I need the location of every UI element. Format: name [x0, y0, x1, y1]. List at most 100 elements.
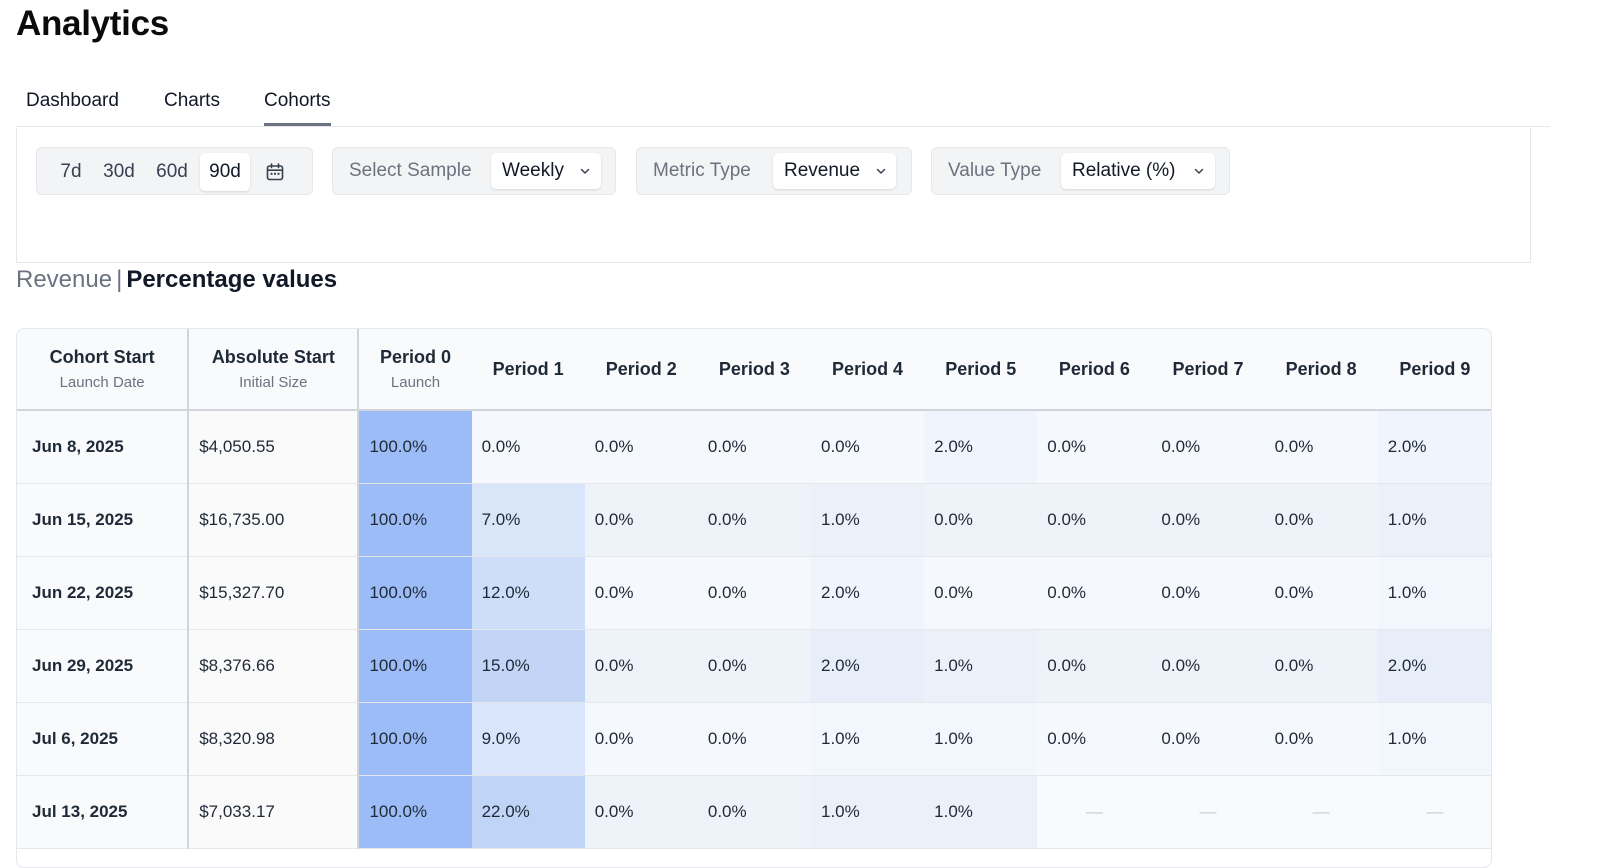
range-90d-button[interactable]: 90d	[200, 153, 250, 191]
metric-filter: Metric Type Revenue	[636, 147, 912, 195]
column-header-label: Period 7	[1172, 358, 1244, 379]
column-header-sublabel: Initial Size	[239, 374, 308, 391]
range-60d-button[interactable]: 60d	[149, 153, 195, 191]
column-header-label: Period 4	[832, 358, 904, 379]
period-6-cell: 0.0%	[1037, 629, 1152, 703]
period-4-cell: 2.0%	[811, 629, 925, 703]
absolute-start-cell: $8,376.66	[188, 629, 360, 703]
period-9-cell: 1.0%	[1377, 702, 1491, 776]
column-header-label: Absolute Start	[211, 347, 335, 367]
absolute-start-cell: $4,050.55	[188, 410, 360, 484]
section-subtitle: Revenue | Percentage values	[16, 266, 337, 294]
period-3-cell: 0.0%	[697, 775, 811, 849]
period-7-cell: —	[1151, 775, 1265, 849]
column-header-label: Period 3	[718, 358, 790, 379]
cohort-date-cell: Jul 13, 2025	[17, 775, 190, 849]
period-1-cell: 7.0%	[471, 483, 585, 557]
period-4-cell: 1.0%	[811, 775, 925, 849]
period-0-cell: 100.0%	[358, 775, 472, 849]
tab-charts[interactable]: Charts	[164, 90, 220, 123]
period-5-cell: 1.0%	[924, 775, 1038, 849]
calendar-icon[interactable]	[265, 162, 285, 182]
column-header-label: Period 0	[379, 347, 452, 367]
tab-cohorts[interactable]: Cohorts	[264, 90, 331, 126]
period-9-cell: 2.0%	[1377, 629, 1491, 703]
cohort-table: Cohort Start Launch Date Absolute Start Ini…	[17, 329, 1491, 849]
period-5-cell: 0.0%	[924, 483, 1038, 557]
column-header-period-8: Period 8	[1264, 329, 1378, 411]
period-9-cell: 1.0%	[1377, 556, 1491, 630]
range-30d-button[interactable]: 30d	[95, 153, 143, 191]
table-row: Jun 8, 2025 $4,050.55 100.0% 0.0% 0.0% 0.0% 0.…	[17, 410, 1491, 484]
table-row: Jul 6, 2025 $8,320.98 100.0% 9.0% 0.0% 0.0% 1.…	[17, 702, 1491, 776]
period-4-cell: 1.0%	[811, 483, 925, 557]
period-6-cell: 0.0%	[1037, 556, 1152, 630]
period-7-cell: 0.0%	[1151, 556, 1265, 630]
cohort-date-cell: Jun 15, 2025	[17, 483, 190, 557]
value-type-select[interactable]: Relative (%)	[1061, 153, 1215, 189]
period-1-cell: 0.0%	[471, 410, 585, 484]
cohort-date-cell: Jun 29, 2025	[17, 629, 190, 703]
table-row: Jun 22, 2025 $15,327.70 100.0% 12.0% 0.0% 0.0…	[17, 556, 1491, 630]
period-5-cell: 2.0%	[924, 410, 1038, 484]
period-6-cell: 0.0%	[1037, 483, 1152, 557]
column-header-period-5: Period 5	[924, 329, 1038, 411]
range-7d-button[interactable]: 7d	[52, 153, 90, 191]
period-0-cell: 100.0%	[358, 629, 472, 703]
table-row: Jun 29, 2025 $8,376.66 100.0% 15.0% 0.0% 0.0%…	[17, 629, 1491, 703]
period-5-cell: 1.0%	[924, 702, 1038, 776]
period-7-cell: 0.0%	[1151, 410, 1265, 484]
column-header-label: Period 2	[605, 358, 677, 379]
sample-filter: Select Sample Weekly	[332, 147, 616, 195]
cohort-date-cell: Jun 22, 2025	[17, 556, 190, 630]
column-header-period-7: Period 7	[1151, 329, 1265, 411]
column-header-absolute-start: Absolute Start Initial Size	[188, 329, 360, 411]
period-4-cell: 0.0%	[811, 410, 925, 484]
sample-select[interactable]: Weekly	[491, 153, 601, 189]
period-7-cell: 0.0%	[1151, 629, 1265, 703]
table-row: Jun 15, 2025 $16,735.00 100.0% 7.0% 0.0% 0.0%…	[17, 483, 1491, 557]
period-4-cell: 2.0%	[811, 556, 925, 630]
tab-dashboard[interactable]: Dashboard	[26, 90, 119, 123]
period-9-cell: —	[1377, 775, 1491, 849]
period-8-cell: 0.0%	[1264, 410, 1378, 484]
sample-select-value: Weekly	[502, 160, 564, 181]
period-0-cell: 100.0%	[358, 483, 472, 557]
period-9-cell: 2.0%	[1377, 410, 1491, 484]
metric-select[interactable]: Revenue	[773, 153, 896, 189]
table-body: Jun 8, 2025 $4,050.55 100.0% 0.0% 0.0% 0.0% 0.…	[17, 410, 1491, 849]
period-9-cell: 1.0%	[1377, 483, 1491, 557]
period-2-cell: 0.0%	[584, 775, 698, 849]
period-2-cell: 0.0%	[584, 702, 698, 776]
period-4-cell: 1.0%	[811, 702, 925, 776]
column-header-period-2: Period 2	[584, 329, 698, 411]
chevron-down-icon	[1194, 168, 1204, 174]
absolute-start-cell: $16,735.00	[188, 483, 360, 557]
period-1-cell: 12.0%	[471, 556, 585, 630]
period-1-cell: 9.0%	[471, 702, 585, 776]
table-header-row: Cohort Start Launch Date Absolute Start Ini…	[17, 329, 1491, 411]
period-5-cell: 0.0%	[924, 556, 1038, 630]
column-header-period-9: Period 9	[1377, 329, 1491, 411]
period-6-cell: 0.0%	[1037, 702, 1152, 776]
chevron-down-icon	[580, 168, 590, 174]
period-3-cell: 0.0%	[697, 410, 811, 484]
period-8-cell: —	[1264, 775, 1378, 849]
period-0-cell: 100.0%	[358, 556, 472, 630]
value-type-filter-label: Value Type	[948, 160, 1042, 181]
chevron-down-icon	[876, 168, 886, 174]
absolute-start-cell: $15,327.70	[188, 556, 360, 630]
column-header-period-3: Period 3	[697, 329, 811, 411]
period-1-cell: 22.0%	[471, 775, 585, 849]
absolute-start-cell: $7,033.17	[188, 775, 360, 849]
column-header-label: Period 8	[1285, 358, 1357, 379]
period-2-cell: 0.0%	[584, 483, 698, 557]
sample-filter-label: Select Sample	[349, 160, 472, 181]
column-header-label: Period 9	[1399, 358, 1471, 379]
tab-bar: Dashboard Charts Cohorts	[16, 78, 1550, 127]
period-3-cell: 0.0%	[697, 556, 811, 630]
period-8-cell: 0.0%	[1264, 702, 1378, 776]
period-7-cell: 0.0%	[1151, 702, 1265, 776]
subtitle-mode: Percentage values	[126, 266, 338, 293]
column-header-sublabel: Launch	[390, 374, 441, 391]
